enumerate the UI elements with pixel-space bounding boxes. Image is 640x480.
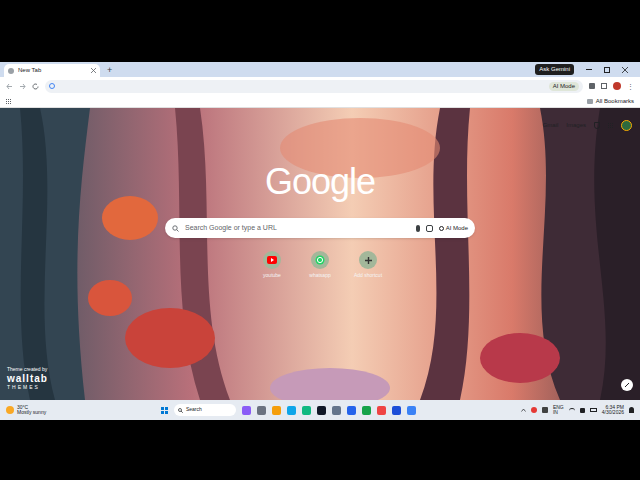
pencil-icon — [624, 382, 630, 388]
lens-icon[interactable] — [426, 225, 433, 232]
taskbar-app-icon[interactable] — [407, 406, 416, 415]
taskbar-search-text: Search — [186, 406, 202, 414]
taskbar-app-icon[interactable] — [302, 406, 311, 415]
shortcut-label: youtube — [263, 272, 281, 280]
bell-icon[interactable] — [629, 407, 634, 413]
shortcut-label: Add shortcut — [354, 272, 382, 280]
theme-sub: THEMES — [7, 384, 48, 392]
taskbar-app-icon[interactable] — [257, 406, 266, 415]
taskbar-app-icon[interactable] — [272, 406, 281, 415]
shortcut[interactable]: whatsapp — [300, 251, 340, 280]
clock[interactable]: 6:34 PM4/30/2026 — [602, 405, 624, 415]
chrome-icon — [8, 68, 14, 74]
ai-mode-pill[interactable]: AI Mode — [549, 82, 579, 91]
tab[interactable]: New Tab — [4, 64, 100, 77]
bookmarks-bar: All Bookmarks — [0, 95, 640, 108]
customize-button[interactable] — [621, 379, 633, 391]
taskbar-search[interactable]: Search — [174, 404, 236, 416]
top-link[interactable]: Gmail — [543, 121, 559, 130]
new-tab-page: Gmail Images Google Search Google or type a… — [0, 108, 640, 400]
menu-icon[interactable]: ⋮ — [627, 83, 634, 90]
profile-icon[interactable] — [613, 82, 621, 90]
shortcut-tile — [263, 251, 281, 269]
tab-strip: New Tab + Ask Gemini — [0, 62, 640, 77]
top-link[interactable]: Images — [566, 121, 586, 130]
screen: New Tab + Ask Gemini AI Mode ⋮ All Bookmarks G… — [0, 0, 640, 480]
tab-label: New Tab — [18, 66, 41, 75]
taskbar-app-icon[interactable] — [317, 406, 326, 415]
top-links: Gmail Images — [0, 118, 640, 132]
volume-icon[interactable] — [580, 408, 585, 413]
taskbar-app-icon[interactable] — [332, 406, 341, 415]
letterbox-bottom — [0, 420, 640, 480]
sun-icon — [6, 406, 14, 414]
taskbar: 30°CMostly sunny Search ENGIN 6:34 PM4/30/2… — [0, 400, 640, 420]
google-logo: Google — [265, 164, 375, 200]
search-placeholder: Search Google or type a URL — [185, 223, 410, 234]
whatsapp-icon — [315, 255, 325, 265]
apps-grid-icon[interactable] — [608, 123, 613, 128]
taskbar-apps: Search — [76, 404, 521, 416]
start-icon[interactable] — [161, 407, 168, 414]
back-icon[interactable] — [6, 83, 13, 90]
shortcut[interactable]: youtube — [252, 251, 292, 280]
close-icon[interactable] — [91, 68, 96, 73]
chevron-up-icon[interactable] — [521, 408, 526, 412]
letterbox-top — [0, 0, 640, 62]
mic-icon[interactable] — [416, 225, 420, 232]
minimize-icon[interactable] — [586, 69, 592, 70]
avatar-icon[interactable] — [621, 120, 632, 131]
labs-icon[interactable] — [594, 122, 600, 129]
shortcut-tile — [359, 251, 377, 269]
tray-app-icon[interactable] — [531, 407, 537, 413]
new-tab-button[interactable]: + — [104, 64, 115, 77]
theme-caption: Theme created by — [7, 366, 48, 374]
ai-mode-icon — [439, 226, 444, 231]
sidepanel-icon[interactable] — [601, 83, 607, 89]
ask-gemini-button[interactable]: Ask Gemini — [535, 64, 574, 75]
google-g-icon — [49, 83, 55, 89]
shortcut[interactable]: Add shortcut — [348, 251, 388, 280]
theme-credit[interactable]: Theme created bywalltabTHEMES — [7, 366, 48, 391]
weather-condition: Mostly sunny — [17, 410, 46, 415]
taskbar-app-icon[interactable] — [287, 406, 296, 415]
language-region: IN — [553, 410, 564, 415]
extensions-icon[interactable] — [589, 83, 595, 89]
shortcut-label: whatsapp — [309, 272, 330, 280]
taskbar-app-icon[interactable] — [242, 406, 251, 415]
all-bookmarks[interactable]: All Bookmarks — [596, 97, 634, 106]
language-indicator[interactable]: ENGIN — [553, 405, 564, 415]
theme-brand: walltab — [7, 374, 48, 384]
taskbar-app-icon[interactable] — [347, 406, 356, 415]
shortcut-tile — [311, 251, 329, 269]
date: 4/30/2026 — [602, 410, 624, 415]
window-controls — [578, 67, 636, 73]
taskbar-app-icon[interactable] — [392, 406, 401, 415]
toolbar: AI Mode ⋮ — [0, 77, 640, 95]
forward-icon[interactable] — [19, 83, 26, 90]
taskbar-app-icon[interactable] — [377, 406, 386, 415]
tray-app-icon[interactable] — [542, 407, 548, 413]
folder-icon — [587, 99, 593, 104]
battery-icon[interactable] — [590, 408, 597, 412]
reload-icon[interactable] — [32, 83, 39, 90]
shortcuts: youtube whatsapp Add shortcut — [252, 251, 388, 280]
wifi-icon[interactable] — [569, 408, 575, 412]
browser-window: New Tab + Ask Gemini AI Mode ⋮ All Bookmarks G… — [0, 62, 640, 400]
system-tray: ENGIN 6:34 PM4/30/2026 — [521, 405, 634, 415]
plus-icon — [364, 256, 373, 265]
ai-mode-button[interactable]: AI Mode — [439, 224, 468, 233]
search-box[interactable]: Search Google or type a URL AI Mode — [165, 218, 475, 238]
maximize-icon[interactable] — [604, 67, 610, 73]
close-window-icon[interactable] — [622, 67, 628, 73]
address-bar[interactable]: AI Mode — [45, 80, 583, 93]
apps-icon[interactable] — [6, 99, 11, 104]
taskbar-app-icon[interactable] — [362, 406, 371, 415]
search-icon — [178, 408, 183, 413]
search-icon — [172, 225, 179, 232]
youtube-icon — [267, 256, 277, 264]
weather-widget[interactable]: 30°CMostly sunny — [6, 405, 76, 415]
